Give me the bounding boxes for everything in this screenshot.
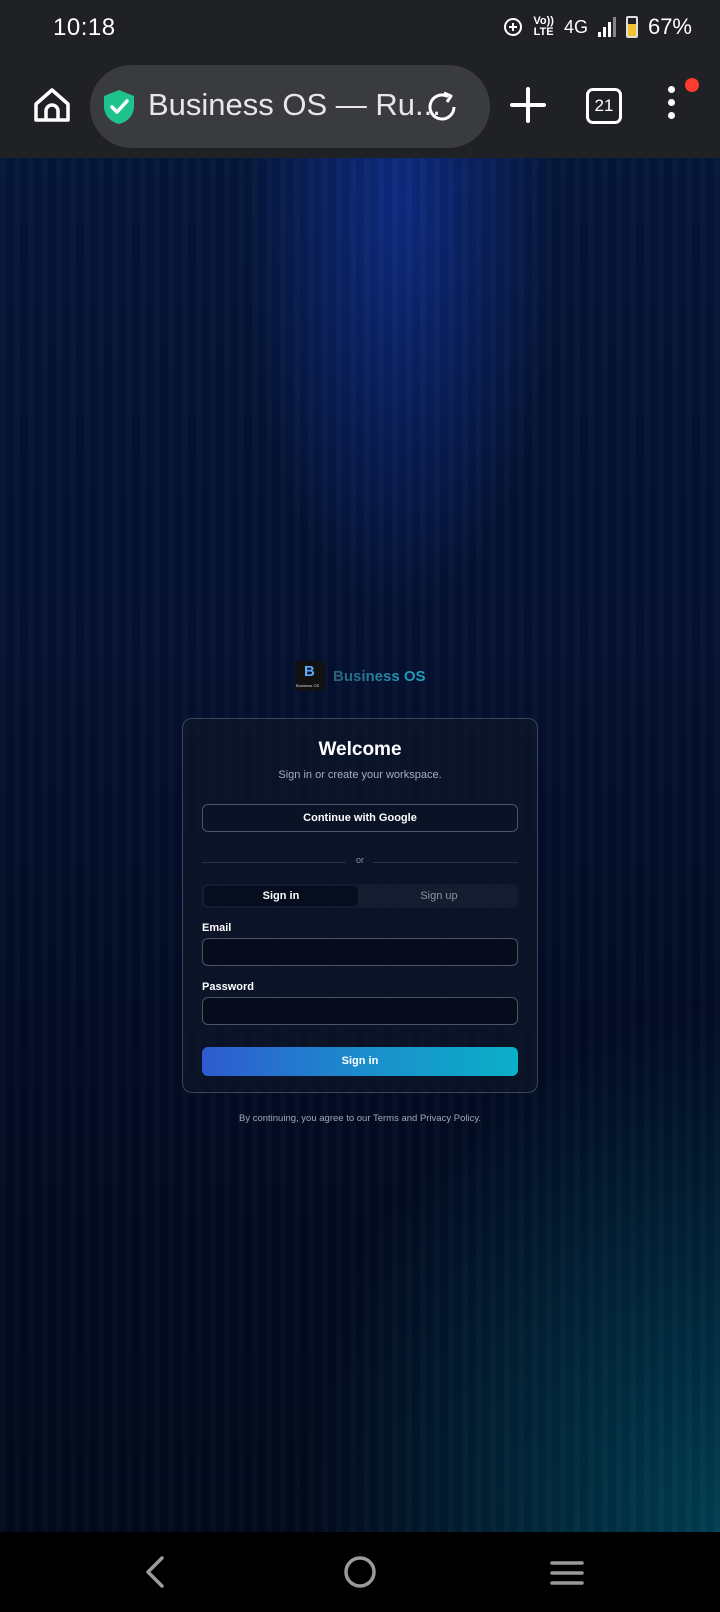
system-nav-bar (0, 1532, 720, 1612)
home-icon[interactable] (31, 84, 73, 126)
page-title: Business OS — Ru... (148, 87, 441, 122)
card-subtitle: Sign in or create your workspace. (278, 769, 442, 781)
logo-glyph: B (304, 663, 315, 680)
data-saver-icon (504, 18, 523, 36)
sign-in-button[interactable]: Sign in (202, 1047, 518, 1076)
brand-logo: B Business OS (295, 661, 325, 691)
page-content: B Business OS Business OS Welcome Sign i… (0, 158, 720, 1532)
password-label: Password (202, 981, 254, 993)
auth-mode-tabs: Sign in Sign up (202, 884, 518, 908)
legal-text: By continuing, you agree to our Terms an… (238, 1113, 482, 1124)
email-field[interactable] (202, 938, 518, 966)
logo-text: Business OS (296, 683, 320, 688)
secure-shield-icon (104, 90, 134, 124)
back-icon[interactable] (140, 1554, 170, 1590)
volte-bottom: LTE (533, 26, 554, 38)
password-field[interactable] (202, 997, 518, 1025)
new-tab-icon[interactable] (508, 85, 548, 125)
menu-icon[interactable] (664, 86, 678, 126)
tab-sign-in[interactable]: Sign in (204, 886, 358, 906)
status-time: 10:18 (53, 14, 116, 41)
notification-dot (685, 78, 699, 92)
recents-icon[interactable] (550, 1559, 584, 1587)
browser-toolbar: Business OS — Ru... 21 (0, 60, 720, 159)
google-signin-button[interactable]: Continue with Google (202, 804, 518, 832)
brand-name: Business OS (333, 667, 426, 685)
battery-icon (625, 16, 638, 38)
status-bar: 10:18 Vo)) LTE 4G 67% (0, 0, 720, 60)
volte-indicator: Vo)) LTE (533, 16, 554, 38)
battery-percent: 67% (647, 14, 692, 39)
auth-card: Welcome Sign in or create your workspace… (182, 718, 538, 1093)
divider-text: or (355, 855, 364, 865)
divider-right (373, 862, 518, 863)
email-label: Email (202, 922, 232, 934)
network-type: 4G (563, 16, 588, 37)
reload-icon[interactable] (424, 89, 460, 125)
brand: B Business OS Business OS (295, 661, 426, 691)
tab-sign-up[interactable]: Sign up (362, 886, 516, 906)
home-circle-icon[interactable] (343, 1555, 377, 1589)
tab-switcher-button[interactable]: 21 (586, 88, 622, 124)
signal-icon (597, 17, 616, 37)
card-title: Welcome (318, 739, 402, 760)
status-icons: Vo)) LTE 4G 67% (503, 14, 692, 40)
address-bar[interactable]: Business OS — Ru... (90, 65, 490, 148)
